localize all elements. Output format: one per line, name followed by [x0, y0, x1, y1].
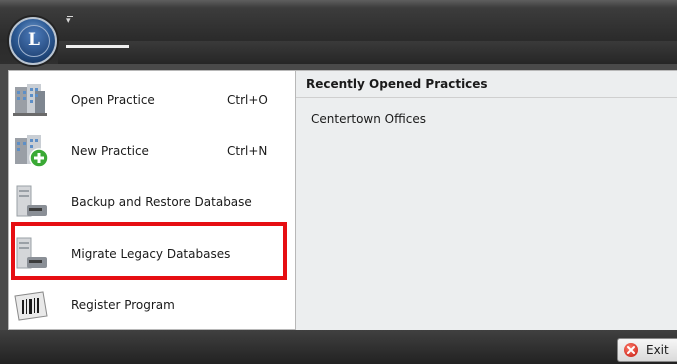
ribbon-tab-indicator: [66, 45, 129, 48]
recent-practices-panel: Recently Opened Practices Centertown Off…: [296, 70, 677, 330]
exit-button-label: Exit: [646, 343, 669, 357]
menu-item-label: Open Practice: [71, 93, 155, 107]
server-icon: [16, 185, 47, 217]
menu-item-open-practice[interactable]: Open Practice Ctrl+O: [9, 75, 295, 126]
ribbon-title-bar: [0, 0, 677, 64]
recent-practice-item[interactable]: Centertown Offices: [311, 112, 426, 126]
menu-item-backup-restore-database[interactable]: Backup and Restore Database: [9, 177, 295, 228]
chevron-down-icon: ▾: [66, 16, 71, 26]
building-add-icon: [15, 135, 49, 168]
menu-item-shortcut: Ctrl+O: [227, 93, 268, 107]
close-icon: [624, 343, 638, 357]
building-icon: [13, 84, 47, 116]
exit-button[interactable]: Exit: [617, 338, 677, 362]
quick-access-toolbar-dropdown[interactable]: ▾: [66, 16, 73, 26]
application-menu: Open Practice Ctrl+O New Practice Ctrl+N…: [8, 70, 296, 330]
menu-item-shortcut: Ctrl+N: [227, 144, 268, 158]
recent-practices-header: Recently Opened Practices: [296, 71, 677, 98]
menu-item-label: Backup and Restore Database: [71, 195, 252, 209]
menu-item-new-practice[interactable]: New Practice Ctrl+N: [9, 126, 295, 177]
application-menu-button[interactable]: L: [9, 17, 57, 65]
highlight-box: [11, 222, 287, 280]
app-logo-letter: L: [28, 30, 40, 50]
barcode-icon: [14, 291, 48, 321]
app-logo-icon: L: [18, 25, 50, 57]
menu-item-label: New Practice: [71, 144, 149, 158]
ribbon-tab-strip: [58, 41, 677, 64]
menu-item-register-program[interactable]: Register Program: [9, 280, 295, 331]
menu-item-label: Register Program: [71, 298, 175, 312]
application-menu-footer: [0, 330, 677, 364]
